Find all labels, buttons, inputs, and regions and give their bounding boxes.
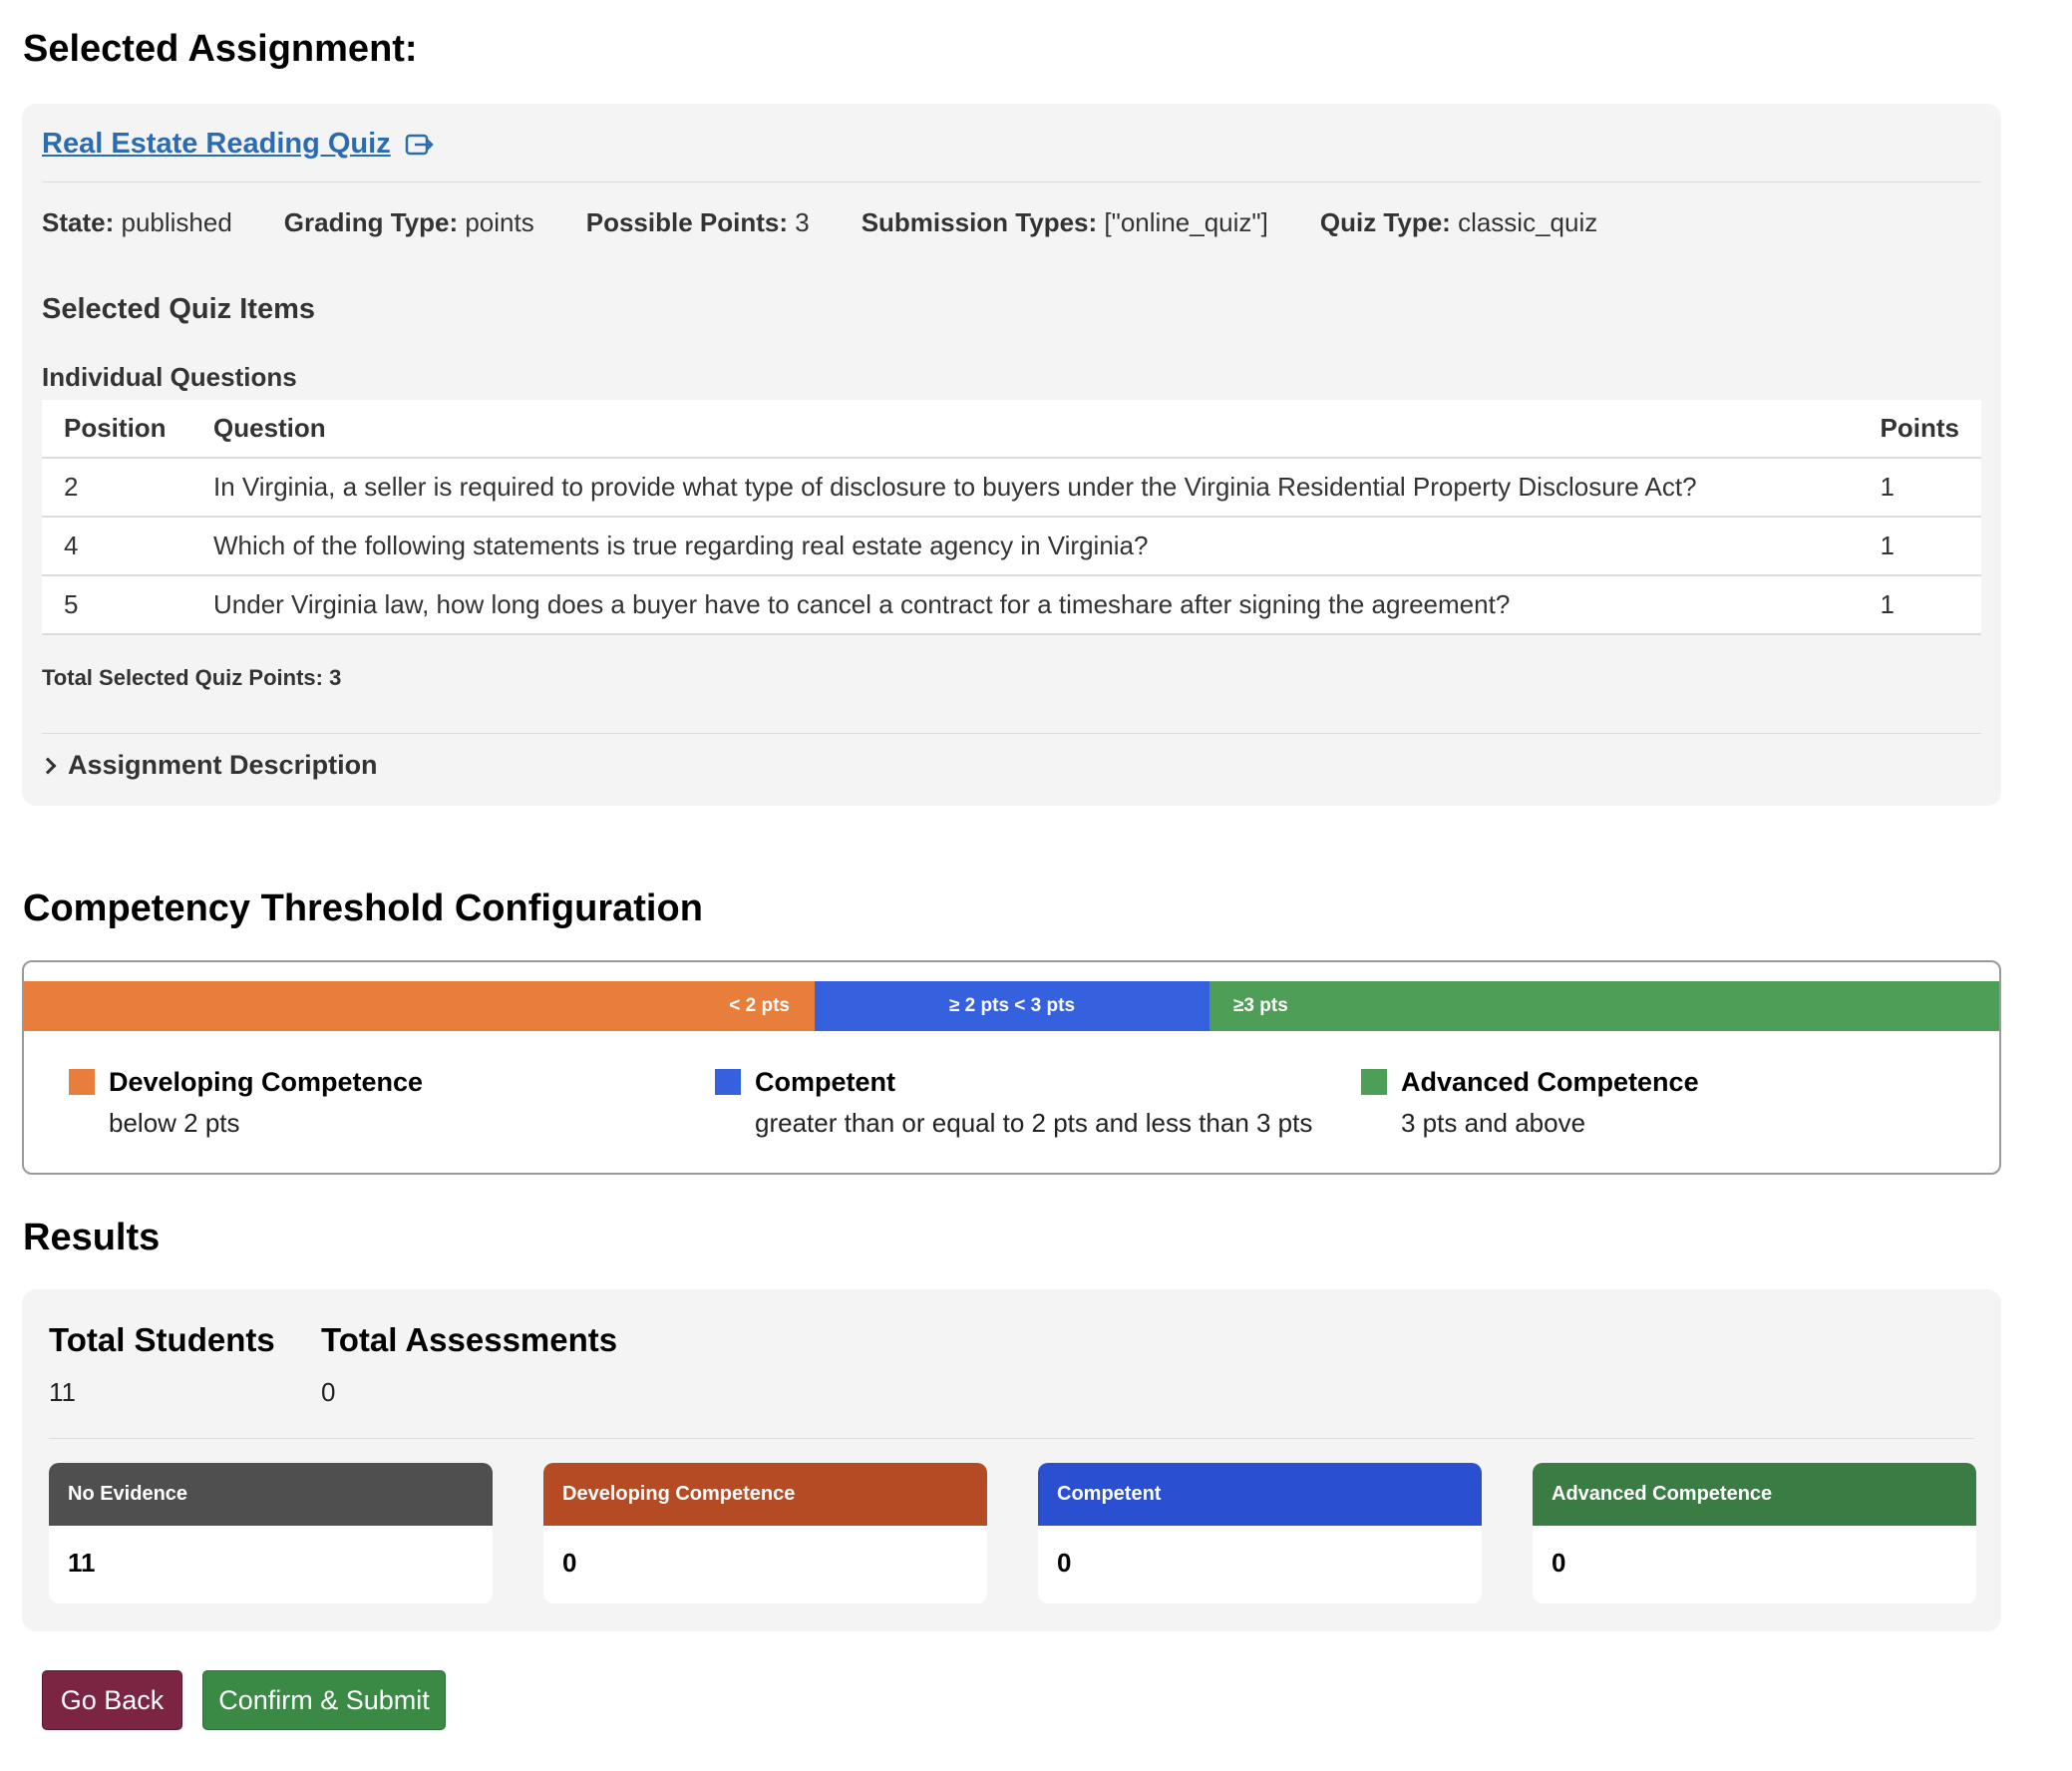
card-advanced: Advanced Competence 0 [1533,1463,1976,1603]
card-competent: Competent 0 [1038,1463,1482,1603]
table-row: 5 Under Virginia law, how long does a bu… [42,575,1981,635]
card-header: Advanced Competence [1533,1463,1976,1526]
results-heading: Results [23,1217,161,1258]
total-students-label: Total Students [49,1321,275,1358]
meta-quiz-type: Quiz Type: classic_quiz [1319,207,1598,237]
card-header: Competent [1038,1463,1482,1526]
legend-swatch-green [1361,1069,1387,1095]
meta-submission-types: Submission Types: ["online_quiz"] [861,207,1268,237]
selected-assignment-heading: Selected Assignment: [23,28,418,70]
threshold-segment-competent: ≥ 2 pts < 3 pts [815,981,1209,1031]
legend-developing: Developing Competence below 2 pts [69,1067,423,1139]
card-value: 0 [562,1548,577,1578]
individual-questions-heading: Individual Questions [42,362,297,392]
cell-question: Under Virginia law, how long does a buye… [191,575,1859,635]
cell-position: 5 [42,575,191,635]
total-students-value: 11 [49,1377,76,1407]
legend-swatch-blue [715,1069,741,1095]
table-header-row: Position Question Points [42,400,1981,459]
col-points: Points [1858,400,1981,459]
col-position: Position [42,400,191,459]
legend-title: Competent [755,1067,895,1097]
description-divider [42,733,1981,734]
go-back-button[interactable]: Go Back [42,1670,182,1730]
threshold-segment-developing: < 2 pts [24,981,815,1031]
legend-title: Developing Competence [109,1067,424,1097]
table-row: 4 Which of the following statements is t… [42,517,1981,576]
card-no-evidence: No Evidence 11 [49,1463,493,1603]
legend-title: Advanced Competence [1401,1067,1699,1097]
legend-advanced: Advanced Competence 3 pts and above [1361,1067,1699,1139]
questions-table: Position Question Points 2 In Virginia, … [42,400,1981,635]
meta-grading-type: Grading Type: points [283,207,534,237]
assignment-meta: State: published Grading Type: points Po… [42,207,1597,238]
page: Selected Assignment: Real Estate Reading… [0,0,2072,1771]
legend-desc: greater than or equal to 2 pts and less … [755,1108,1313,1138]
assignment-description-toggle[interactable]: Assignment Description [39,750,378,781]
external-link-icon[interactable] [405,132,435,158]
legend-swatch-orange [69,1069,95,1095]
threshold-panel: < 2 pts ≥ 2 pts < 3 pts ≥3 pts Developin… [22,960,2001,1175]
card-header: Developing Competence [543,1463,987,1526]
results-panel: Total Students 11 Total Assessments 0 No… [22,1289,2001,1631]
card-value: 11 [68,1548,96,1578]
cell-question: In Virginia, a seller is required to pro… [191,458,1859,518]
cell-points: 1 [1858,458,1981,518]
card-developing: Developing Competence 0 [543,1463,987,1603]
meta-state: State: published [42,207,232,237]
cell-position: 2 [42,458,191,518]
assignment-panel: Real Estate Reading Quiz State: publishe… [22,104,2001,806]
threshold-bar: < 2 pts ≥ 2 pts < 3 pts ≥3 pts [24,981,1999,1031]
cell-points: 1 [1858,517,1981,576]
assignment-title-link[interactable]: Real Estate Reading Quiz [42,128,435,161]
legend-competent: Competent greater than or equal to 2 pts… [715,1067,1312,1139]
cell-points: 1 [1858,575,1981,635]
cell-question: Which of the following statements is tru… [191,517,1859,576]
threshold-heading: Competency Threshold Configuration [23,887,703,929]
card-value: 0 [1057,1548,1072,1578]
threshold-segment-advanced: ≥3 pts [1209,981,1999,1031]
legend-desc: 3 pts and above [1401,1108,1586,1138]
cell-position: 4 [42,517,191,576]
total-assessments-value: 0 [321,1377,336,1407]
confirm-submit-button[interactable]: Confirm & Submit [202,1670,446,1730]
assignment-title[interactable]: Real Estate Reading Quiz [42,128,391,161]
meta-possible-points: Possible Points: 3 [585,207,810,237]
col-question: Question [191,400,1859,459]
card-value: 0 [1552,1548,1566,1578]
assignment-description-label: Assignment Description [68,750,378,780]
total-quiz-points: Total Selected Quiz Points: 3 [42,665,342,690]
title-divider [42,181,1981,182]
table-row: 2 In Virginia, a seller is required to p… [42,458,1981,518]
legend-desc: below 2 pts [109,1108,240,1138]
card-header: No Evidence [49,1463,493,1526]
total-assessments-label: Total Assessments [321,1321,618,1358]
quiz-items-heading: Selected Quiz Items [42,293,315,325]
results-divider [49,1438,1974,1439]
chevron-right-icon [39,757,57,774]
